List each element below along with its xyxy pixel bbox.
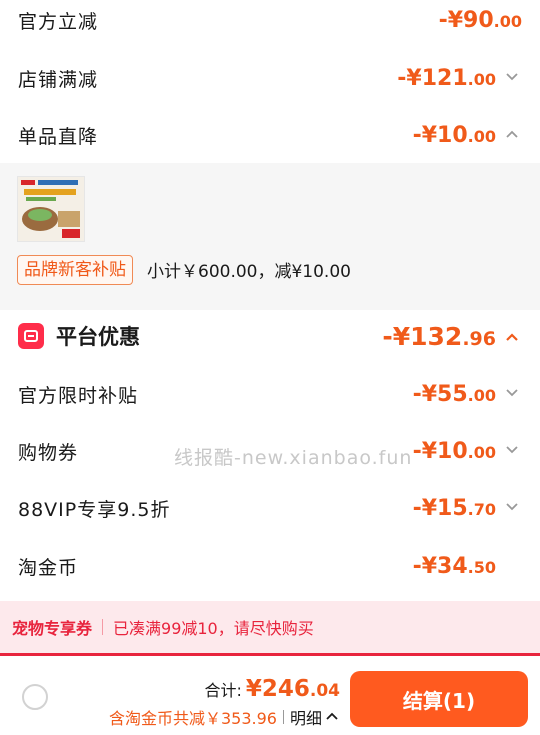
discount-label: 购物券: [18, 441, 79, 464]
discount-label: 官方立减: [18, 10, 99, 33]
discount-label: 单品直降: [18, 125, 99, 148]
discount-amount: -¥34.50: [412, 553, 496, 579]
discount-row-store[interactable]: 店铺满减 -¥121.00: [0, 50, 540, 106]
chevron-up-icon[interactable]: [502, 124, 522, 144]
total-line: 合计: ¥246 .04: [204, 676, 340, 702]
select-all-checkbox[interactable]: [22, 684, 48, 710]
total-label: 合计:: [204, 681, 242, 700]
discount-label: 店铺满减: [18, 68, 99, 91]
pet-coupon-notice[interactable]: 宠物专享券 已凑满99减10，请尽快购买: [0, 601, 540, 653]
discount-amount: -¥55.00: [413, 381, 522, 407]
product-subtotal: 小计￥600.00，减¥10.00: [147, 262, 351, 282]
chevron-down-icon[interactable]: [502, 497, 522, 517]
discount-row-item[interactable]: 单品直降 -¥10.00: [0, 107, 540, 163]
divider: [282, 710, 284, 724]
coupon-name: 宠物专享券: [12, 619, 93, 638]
discount-amount: -¥90.00: [438, 7, 522, 33]
discount-row-88vip[interactable]: 88VIP专享9.5折 -¥15.70: [0, 480, 540, 536]
discount-label: 淘金币: [18, 556, 79, 579]
total-amount-decimal: .04: [309, 681, 340, 701]
saved-line[interactable]: 含淘金币共减￥353.96 明细: [109, 705, 340, 729]
checkout-button[interactable]: 结算(1): [350, 671, 528, 727]
brand-newcomer-tag: 品牌新客补贴: [17, 255, 133, 285]
discount-amount: -¥121.00: [397, 65, 522, 91]
chevron-down-icon[interactable]: [502, 67, 522, 87]
discount-row-limited-subsidy[interactable]: 官方限时补贴 -¥55.00: [0, 366, 540, 422]
chevron-up-icon[interactable]: [502, 327, 522, 347]
platform-discount-amount: -¥132.96: [382, 322, 522, 351]
discount-row-official: 官方立减 -¥90.00: [0, 0, 540, 48]
coupon-message: 已凑满99减10，请尽快购买: [113, 619, 314, 638]
chevron-up-icon[interactable]: [324, 709, 340, 725]
discount-amount: -¥15.70: [413, 495, 522, 521]
divider: [102, 619, 104, 635]
platform-discount-title: 平台优惠: [56, 325, 140, 349]
product-thumbnail[interactable]: [17, 176, 85, 242]
discount-amount: -¥10.00: [413, 438, 522, 464]
saved-amount: 含淘金币共减￥353.96: [108, 709, 277, 728]
coupon-icon: [18, 323, 44, 349]
product-image: [18, 177, 84, 241]
chevron-down-icon[interactable]: [502, 440, 522, 460]
platform-discount-header[interactable]: 平台优惠 -¥132.96: [0, 310, 540, 362]
total-amount: ¥246: [245, 676, 310, 702]
chevron-down-icon[interactable]: [502, 383, 522, 403]
discount-label: 官方限时补贴: [18, 384, 139, 407]
detail-link[interactable]: 明细: [290, 705, 322, 729]
discount-label: 88VIP专享9.5折: [18, 498, 171, 521]
discount-row-taojinbi: 淘金币 -¥34.50: [0, 538, 540, 594]
discount-amount: -¥10.00: [413, 122, 522, 148]
watermark-text: 线报酷-new.xianbao.fun: [174, 447, 413, 469]
